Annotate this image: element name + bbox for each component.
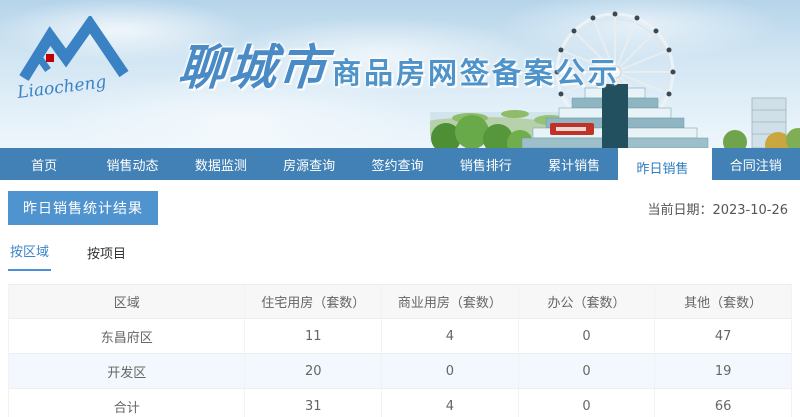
table-row-total: 合计 31 4 0 66 [9, 389, 792, 417]
cell-value: 20 [245, 354, 382, 389]
section-title-badge: 昨日销售统计结果 [8, 191, 158, 225]
city-name-text: 聊城市 [176, 44, 330, 104]
tab-by-region[interactable]: 按区域 [8, 241, 51, 271]
site-title-text: 商品房网签备案公示 [332, 59, 620, 104]
cell-value: 4 [382, 319, 519, 354]
site-banner: Liaocheng 聊城市 商品房网签备案公示 [0, 0, 800, 148]
header-region: 区域 [9, 285, 245, 319]
table-header-row: 区域 住宅用房（套数） 商业用房（套数） 办公（套数） 其他（套数） [9, 285, 792, 319]
cell-value: 66 [655, 389, 792, 417]
header-residential: 住宅用房（套数） [245, 285, 382, 319]
main-navigation: 首页 销售动态 数据监测 房源查询 签约查询 销售排行 累计销售 昨日销售 合同… [0, 148, 800, 180]
cell-value: 11 [245, 319, 382, 354]
nav-item-yesterday-sales[interactable]: 昨日销售 [618, 148, 706, 186]
main-content: 昨日销售统计结果 当前日期：2023-10-26 按区域 按项目 区域 住宅用房… [0, 191, 800, 417]
cell-value: 19 [655, 354, 792, 389]
liaocheng-logo-icon: Liaocheng [14, 16, 184, 104]
cell-value: 31 [245, 389, 382, 417]
nav-item-home[interactable]: 首页 [0, 148, 88, 180]
cell-value: 0 [519, 319, 656, 354]
nav-item-contract-cancellation[interactable]: 合同注销 [712, 148, 800, 180]
cell-value: 0 [382, 354, 519, 389]
header-office: 办公（套数） [519, 285, 656, 319]
cell-region: 东昌府区 [9, 319, 245, 354]
nav-item-sales-ranking[interactable]: 销售排行 [442, 148, 530, 180]
nav-item-sales-dynamics[interactable]: 销售动态 [88, 148, 176, 180]
site-logo[interactable]: Liaocheng 聊城市 商品房网签备案公示 [14, 16, 620, 104]
cell-value: 0 [519, 354, 656, 389]
cell-region: 开发区 [9, 354, 245, 389]
header-commercial: 商业用房（套数） [382, 285, 519, 319]
nav-item-contract-query[interactable]: 签约查询 [353, 148, 441, 180]
cell-value: 47 [655, 319, 792, 354]
nav-item-housing-query[interactable]: 房源查询 [265, 148, 353, 180]
nav-item-data-monitoring[interactable]: 数据监测 [177, 148, 265, 180]
cell-value: 4 [382, 389, 519, 417]
title-row: 昨日销售统计结果 当前日期：2023-10-26 [8, 191, 792, 225]
sales-statistics-table: 区域 住宅用房（套数） 商业用房（套数） 办公（套数） 其他（套数） 东昌府区 … [8, 284, 792, 417]
view-tabs: 按区域 按项目 [8, 241, 792, 271]
tab-by-project[interactable]: 按项目 [85, 243, 128, 271]
table-row: 东昌府区 11 4 0 47 [9, 319, 792, 354]
nav-item-cumulative-sales[interactable]: 累计销售 [530, 148, 618, 180]
table-row: 开发区 20 0 0 19 [9, 354, 792, 389]
cell-value: 0 [519, 389, 656, 417]
current-date-label: 当前日期：2023-10-26 [647, 199, 792, 218]
cell-region: 合计 [9, 389, 245, 417]
header-other: 其他（套数） [655, 285, 792, 319]
